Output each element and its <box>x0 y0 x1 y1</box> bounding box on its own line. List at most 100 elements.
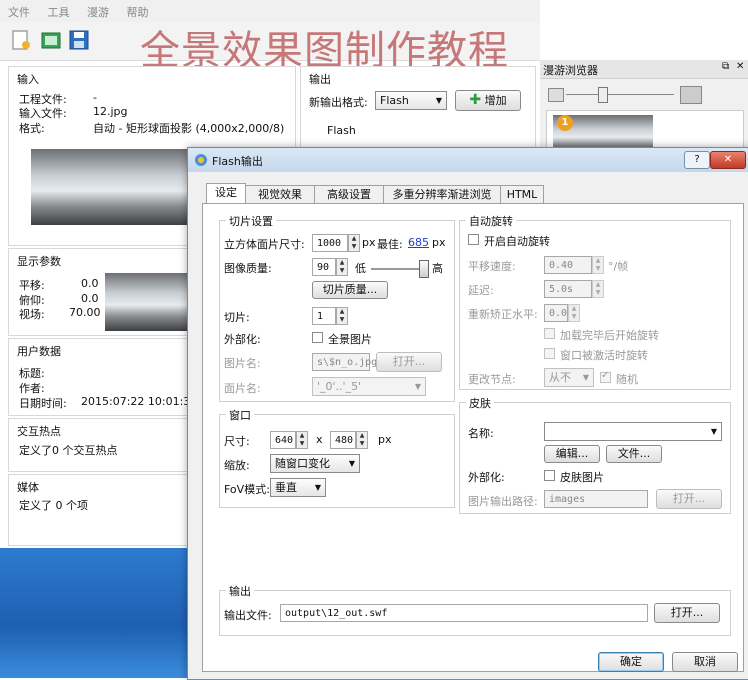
window-height-input[interactable]: 480 <box>330 431 356 449</box>
start-on-activate-checkbox[interactable] <box>544 348 555 359</box>
size-x-label: x <box>316 433 323 446</box>
image-output-path-label: 图片输出路径: <box>468 495 538 508</box>
tile-quality-button[interactable]: 切片质量... <box>312 281 388 299</box>
image-name-label: 图片名: <box>224 357 261 370</box>
zoom-small-icon[interactable] <box>548 88 564 102</box>
best-size-unit: px <box>432 236 446 249</box>
skin-images-checkbox[interactable] <box>544 470 555 481</box>
close-icon[interactable]: ✕ <box>736 61 744 72</box>
quality-slider-thumb[interactable] <box>418 260 429 278</box>
tab-settings[interactable]: 设定 <box>206 183 246 205</box>
face-size-spinner[interactable]: ▲ ▼ <box>348 234 360 252</box>
zoom-slider-thumb[interactable] <box>598 87 608 103</box>
fov-mode-select[interactable]: 垂直 ▼ <box>270 478 326 497</box>
quality-high-label: 高 <box>432 262 443 275</box>
tour-browser-panel: 漫游浏览器 ⧉ ✕ 1 <box>540 60 748 160</box>
face-name-value: '_0'..'_5' <box>317 380 362 393</box>
input-panel-title: 输入 <box>17 73 39 86</box>
output-format-select[interactable]: Flash ▼ <box>375 91 447 110</box>
externalize-panorama-checkbox[interactable] <box>312 332 323 343</box>
recenter-label: 重新矫正水平: <box>468 308 538 321</box>
media-title: 媒体 <box>17 481 39 494</box>
image-name-input[interactable]: s\$n_o.jpg <box>312 353 377 371</box>
skin-edit-button[interactable]: 编辑... <box>544 445 600 463</box>
menu-tour[interactable]: 漫游 <box>87 4 109 20</box>
tiles-spinner[interactable]: ▲ ▼ <box>336 307 348 325</box>
tour-browser-title: 漫游浏览器 <box>543 64 598 77</box>
menu-tools[interactable]: 工具 <box>48 4 70 20</box>
fov-mode-label: FoV模式: <box>224 483 270 496</box>
tilt-value: 0.0 <box>81 292 99 305</box>
face-size-label: 立方体面片尺寸: <box>224 238 305 251</box>
window-height-spinner[interactable]: ▲ ▼ <box>356 431 368 449</box>
tab-multires[interactable]: 多重分辨率渐进浏览 <box>383 185 501 204</box>
image-quality-spinner[interactable]: ▲ ▼ <box>336 258 348 276</box>
zoom-slider-track[interactable] <box>566 94 674 95</box>
panorama-preview <box>31 149 189 225</box>
tab-advanced[interactable]: 高级设置 <box>314 185 384 204</box>
scale-select[interactable]: 随窗口变化 ▼ <box>270 454 360 473</box>
auto-rotate-title: 自动旋转 <box>466 213 516 229</box>
tile-settings-title: 切片设置 <box>226 213 276 229</box>
chevron-down-icon: ▼ <box>414 382 421 391</box>
recenter-spinner[interactable]: ▲ ▼ <box>568 304 580 322</box>
output-file-input[interactable]: output\12_out.swf <box>280 604 648 622</box>
hotspot-title: 交互热点 <box>17 425 61 438</box>
pan-label: 平移: <box>19 279 45 292</box>
delay-input[interactable]: 5.0s <box>544 280 592 298</box>
face-size-input[interactable]: 1000 <box>312 234 348 252</box>
start-on-activate-label: 窗口被激活时旋转 <box>560 349 648 362</box>
enable-auto-rotate-checkbox[interactable] <box>468 234 479 245</box>
tiles-input[interactable]: 1 <box>312 307 336 325</box>
start-after-load-checkbox[interactable] <box>544 328 555 339</box>
enable-auto-rotate-label: 开启自动旋转 <box>484 235 550 248</box>
dialog-titlebar: Flash输出 ? ✕ <box>188 148 748 172</box>
recenter-input[interactable]: 0.0 <box>544 304 568 322</box>
delay-spinner[interactable]: ▲ ▼ <box>592 280 604 298</box>
tab-html[interactable]: HTML <box>500 185 544 204</box>
help-button[interactable]: ? <box>684 151 710 169</box>
face-name-select[interactable]: '_0'..'_5' ▼ <box>312 377 426 396</box>
pan-speed-spinner[interactable]: ▲ ▼ <box>592 256 604 274</box>
change-node-select[interactable]: 从不 ▼ <box>544 368 594 387</box>
zoom-large-icon[interactable] <box>680 86 702 104</box>
window-width-spinner[interactable]: ▲ ▼ <box>296 431 308 449</box>
window-width-input[interactable]: 640 <box>270 431 296 449</box>
ok-button[interactable]: 确定 <box>598 652 664 672</box>
skin-name-select[interactable]: ▼ <box>544 422 722 441</box>
menu-file[interactable]: 文件 <box>8 4 30 20</box>
tour-browser-titlebar: 漫游浏览器 ⧉ ✕ <box>540 60 748 79</box>
new-project-button[interactable] <box>10 28 32 52</box>
add-output-button[interactable]: ✚ 增加 <box>455 90 521 111</box>
save-project-button[interactable] <box>68 28 90 52</box>
skin-title: 皮肤 <box>466 395 494 411</box>
open-project-button[interactable] <box>40 28 62 52</box>
output-file-group: 输出 输出文件: output\12_out.swf 打开... <box>219 583 731 636</box>
change-node-label: 更改节点: <box>468 373 516 386</box>
image-name-open-button[interactable]: 打开... <box>376 352 442 372</box>
author-label: 作者: <box>19 382 45 395</box>
plus-icon: ✚ <box>469 92 482 108</box>
output-file-open-button[interactable]: 打开... <box>654 603 720 623</box>
restore-icon[interactable]: ⧉ <box>722 61 729 72</box>
tab-visual-effects[interactable]: 视觉效果 <box>245 185 315 204</box>
close-icon: ✕ <box>723 154 733 165</box>
random-checkbox[interactable]: ✓ <box>600 370 611 383</box>
display-panel: 显示参数 平移: 0.0 俯仰: 0.0 视场: 70.00 <box>8 248 190 336</box>
window-size-unit: px <box>378 433 392 446</box>
add-output-label: 增加 <box>484 94 507 107</box>
image-quality-input[interactable]: 90 <box>312 258 336 276</box>
face-name-label: 面片名: <box>224 382 261 395</box>
scale-value: 随窗口变化 <box>275 457 330 470</box>
image-output-path-input[interactable]: images <box>544 490 648 508</box>
dialog-close-button[interactable]: ✕ <box>710 151 746 169</box>
best-size-link[interactable]: 685 <box>408 236 429 249</box>
pan-speed-label: 平移速度: <box>468 260 516 273</box>
settings-tab-body: 切片设置 立方体面片尺寸: 1000 ▲ ▼ px 最佳: 685 px 图像质量… <box>202 203 744 672</box>
pan-speed-input[interactable]: 0.40 <box>544 256 592 274</box>
cancel-button[interactable]: 取消 <box>672 652 738 672</box>
image-output-open-button[interactable]: 打开... <box>656 489 722 509</box>
skin-file-button[interactable]: 文件... <box>606 445 662 463</box>
chevron-down-icon: ▼ <box>348 459 355 468</box>
checkmark-icon: ✓ <box>601 370 610 381</box>
